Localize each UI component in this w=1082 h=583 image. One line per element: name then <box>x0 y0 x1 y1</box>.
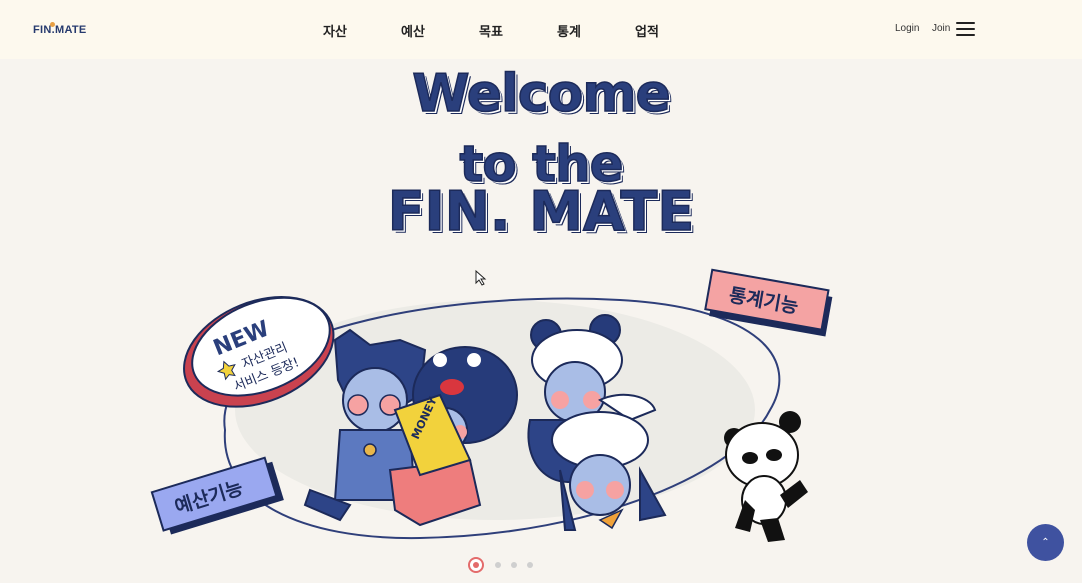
carousel-pagination <box>468 557 548 573</box>
panda-character <box>724 411 808 542</box>
carousel-dot-4[interactable] <box>527 562 533 568</box>
carousel-dot-3[interactable] <box>511 562 517 568</box>
hero-illustration: MONEY NEW 자산관리 서비스 등장! 통계기능 예산기능 <box>150 268 833 542</box>
statistics-feature-tag[interactable]: 통계기능 <box>704 268 833 337</box>
scroll-to-top-button[interactable]: ⌃ <box>1027 524 1064 561</box>
chevron-up-icon: ⌃ <box>1041 537 1050 548</box>
budget-feature-tag[interactable]: 예산기능 <box>150 456 284 536</box>
carousel-dot-2[interactable] <box>495 562 501 568</box>
carousel-dot-1[interactable] <box>468 557 484 573</box>
mouse-cursor-icon <box>475 269 487 286</box>
